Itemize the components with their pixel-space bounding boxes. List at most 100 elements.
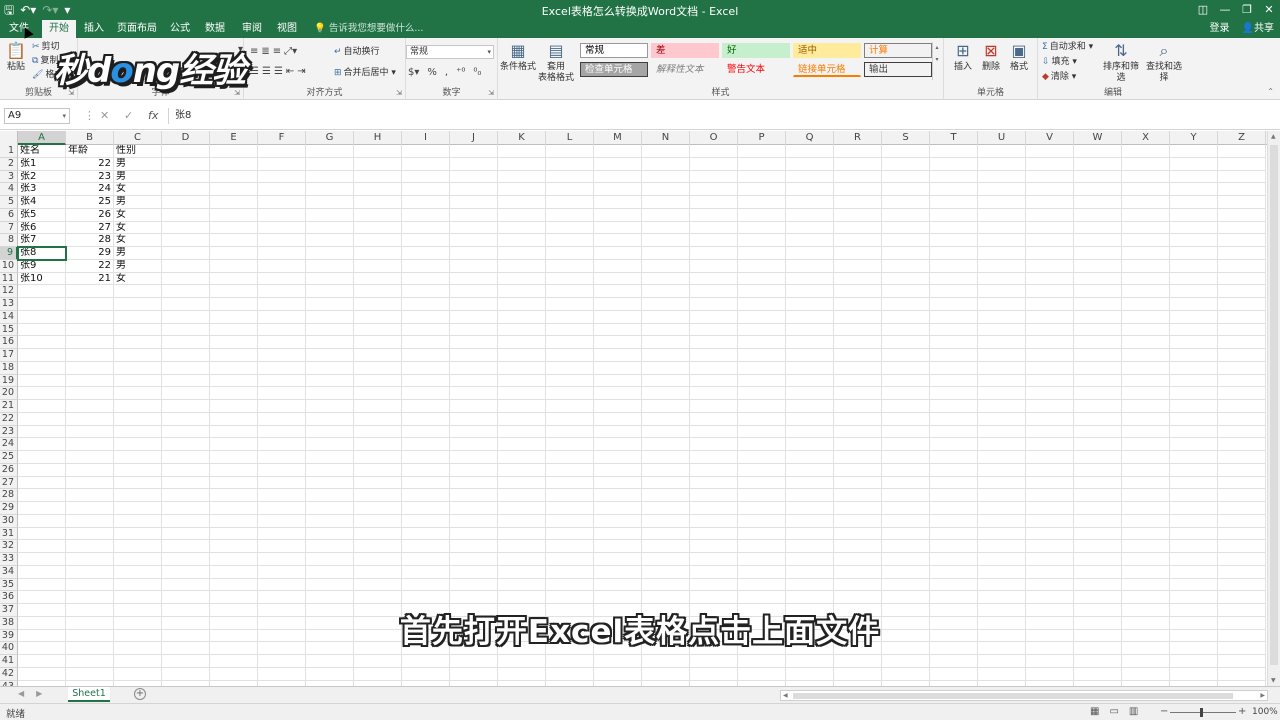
- cell[interactable]: [18, 298, 66, 311]
- cell[interactable]: [594, 196, 642, 209]
- column-header[interactable]: A: [18, 131, 66, 145]
- cell[interactable]: [210, 285, 258, 298]
- page-layout-view-icon[interactable]: ▭: [1109, 706, 1118, 717]
- cell[interactable]: [162, 476, 210, 490]
- cell[interactable]: [1122, 310, 1170, 324]
- cell[interactable]: [546, 514, 594, 528]
- cell[interactable]: [546, 323, 594, 337]
- merge-center-button[interactable]: ⊞ 合并后居中 ▾: [334, 67, 396, 79]
- row-header[interactable]: 4: [0, 183, 18, 196]
- cell[interactable]: [546, 361, 594, 375]
- cell[interactable]: [738, 591, 786, 604]
- column-header[interactable]: F: [258, 131, 306, 145]
- cell[interactable]: [1218, 412, 1266, 426]
- cell[interactable]: [930, 476, 978, 490]
- cell[interactable]: [162, 234, 210, 247]
- cell[interactable]: [882, 349, 930, 362]
- cell[interactable]: [498, 527, 546, 541]
- cell[interactable]: [594, 502, 642, 515]
- cell[interactable]: [738, 514, 786, 528]
- cell[interactable]: [786, 272, 834, 286]
- cell[interactable]: [306, 208, 354, 222]
- cell[interactable]: [66, 412, 114, 426]
- cell[interactable]: [1026, 591, 1074, 604]
- cell[interactable]: [114, 591, 162, 604]
- cell[interactable]: [450, 221, 498, 235]
- cell[interactable]: [306, 387, 354, 400]
- row-header[interactable]: 13: [0, 298, 18, 311]
- cell[interactable]: [258, 451, 306, 464]
- cell[interactable]: [882, 387, 930, 400]
- cell[interactable]: [882, 208, 930, 222]
- cell[interactable]: [738, 349, 786, 362]
- cell[interactable]: [978, 527, 1026, 541]
- cell[interactable]: [1026, 298, 1074, 311]
- row-header[interactable]: 2: [0, 157, 18, 171]
- cell[interactable]: [546, 336, 594, 349]
- top-align-icon[interactable]: ≡: [250, 46, 258, 57]
- cell[interactable]: [354, 221, 402, 235]
- cell[interactable]: [1026, 361, 1074, 375]
- cell[interactable]: [210, 349, 258, 362]
- cell[interactable]: [1218, 591, 1266, 604]
- cell[interactable]: [642, 489, 690, 502]
- cell[interactable]: [738, 259, 786, 273]
- cell[interactable]: [114, 285, 162, 298]
- orientation-icon[interactable]: ⤢▾: [284, 46, 297, 57]
- tell-me-box[interactable]: 💡 告诉我您想要做什么...: [314, 20, 423, 38]
- cell[interactable]: [1122, 425, 1170, 439]
- cell[interactable]: [306, 196, 354, 209]
- cell[interactable]: [354, 196, 402, 209]
- cell[interactable]: [450, 655, 498, 668]
- cell[interactable]: [1170, 285, 1218, 298]
- cell[interactable]: [210, 514, 258, 528]
- cell[interactable]: [210, 463, 258, 477]
- row-header[interactable]: 1: [0, 145, 18, 158]
- cell[interactable]: [258, 170, 306, 184]
- conditional-formatting-button[interactable]: ▦ 条件格式: [500, 42, 536, 73]
- cell[interactable]: [978, 374, 1026, 388]
- cell[interactable]: [834, 234, 882, 247]
- cell[interactable]: [930, 285, 978, 298]
- cell[interactable]: [786, 514, 834, 528]
- cell[interactable]: [306, 221, 354, 235]
- column-header[interactable]: Q: [786, 131, 834, 145]
- row-header[interactable]: 36: [0, 591, 18, 604]
- cell[interactable]: [306, 145, 354, 158]
- row-header[interactable]: 12: [0, 285, 18, 298]
- cell[interactable]: [594, 183, 642, 196]
- row-header[interactable]: 5: [0, 196, 18, 209]
- cell[interactable]: [1122, 553, 1170, 566]
- cell[interactable]: [1170, 476, 1218, 490]
- cell[interactable]: [690, 170, 738, 184]
- cell[interactable]: [402, 400, 450, 413]
- cell[interactable]: [162, 336, 210, 349]
- cell[interactable]: [258, 591, 306, 604]
- cell[interactable]: [210, 578, 258, 592]
- cell[interactable]: [210, 310, 258, 324]
- cell[interactable]: [18, 565, 66, 579]
- column-header[interactable]: C: [114, 131, 162, 145]
- cell[interactable]: 24: [66, 183, 114, 196]
- cell[interactable]: [1122, 540, 1170, 553]
- cell[interactable]: [162, 591, 210, 604]
- cell[interactable]: [690, 553, 738, 566]
- cell[interactable]: [738, 425, 786, 439]
- cell[interactable]: [1122, 208, 1170, 222]
- cell[interactable]: [1170, 438, 1218, 451]
- cell[interactable]: [114, 476, 162, 490]
- cell[interactable]: [210, 489, 258, 502]
- cell[interactable]: [162, 565, 210, 579]
- cell[interactable]: [66, 502, 114, 515]
- cell[interactable]: [114, 527, 162, 541]
- cell[interactable]: [210, 361, 258, 375]
- cell[interactable]: [690, 208, 738, 222]
- cell[interactable]: [1170, 349, 1218, 362]
- cell[interactable]: [18, 655, 66, 668]
- cell[interactable]: [306, 400, 354, 413]
- row-header[interactable]: 28: [0, 489, 18, 502]
- cell[interactable]: [306, 349, 354, 362]
- cell[interactable]: [18, 527, 66, 541]
- cell[interactable]: 张3: [18, 183, 66, 196]
- cell[interactable]: [402, 272, 450, 286]
